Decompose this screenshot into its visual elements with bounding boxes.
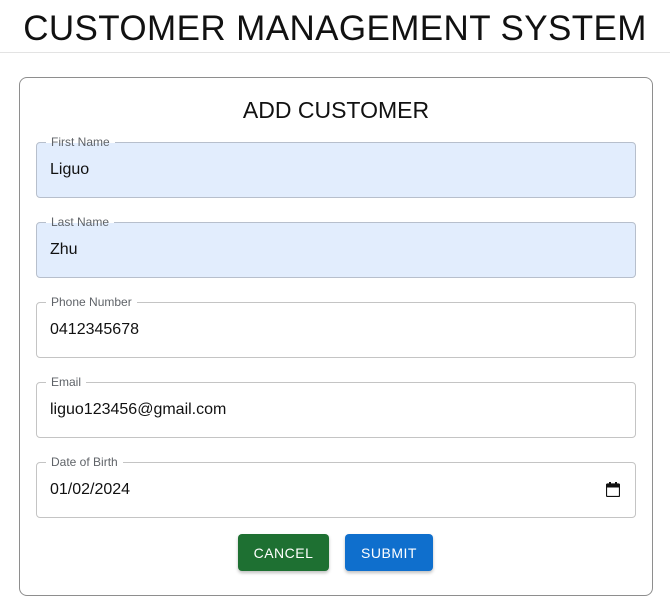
cancel-button[interactable]: CANCEL [238, 534, 329, 571]
app-header: CUSTOMER MANAGEMENT SYSTEM [0, 0, 670, 53]
last-name-value[interactable]: Zhu [50, 240, 78, 260]
phone-number-label: Phone Number [46, 294, 137, 310]
submit-button[interactable]: SUBMIT [345, 534, 433, 571]
phone-number-value[interactable]: 0412345678 [50, 320, 139, 340]
date-of-birth-field[interactable]: Date of Birth 01/02/2024 [36, 454, 636, 518]
email-label: Email [46, 374, 87, 390]
first-name-field[interactable]: First Name Liguo [36, 134, 636, 198]
last-name-field[interactable]: Last Name Zhu [36, 214, 636, 278]
date-of-birth-value[interactable]: 01/02/2024 [50, 480, 130, 500]
app-title: CUSTOMER MANAGEMENT SYSTEM [23, 9, 647, 48]
last-name-label: Last Name [46, 214, 115, 230]
email-field[interactable]: Email liguo123456@gmail.com [36, 374, 636, 438]
first-name-label: First Name [46, 134, 115, 150]
form-title: ADD CUSTOMER [242, 97, 430, 123]
date-of-birth-label: Date of Birth [46, 454, 123, 470]
calendar-icon[interactable] [606, 482, 620, 497]
first-name-value[interactable]: Liguo [50, 160, 89, 180]
phone-number-field[interactable]: Phone Number 0412345678 [36, 294, 636, 358]
add-customer-form: ADD CUSTOMER First Name Liguo Last Name … [19, 77, 653, 596]
email-value[interactable]: liguo123456@gmail.com [50, 400, 226, 420]
